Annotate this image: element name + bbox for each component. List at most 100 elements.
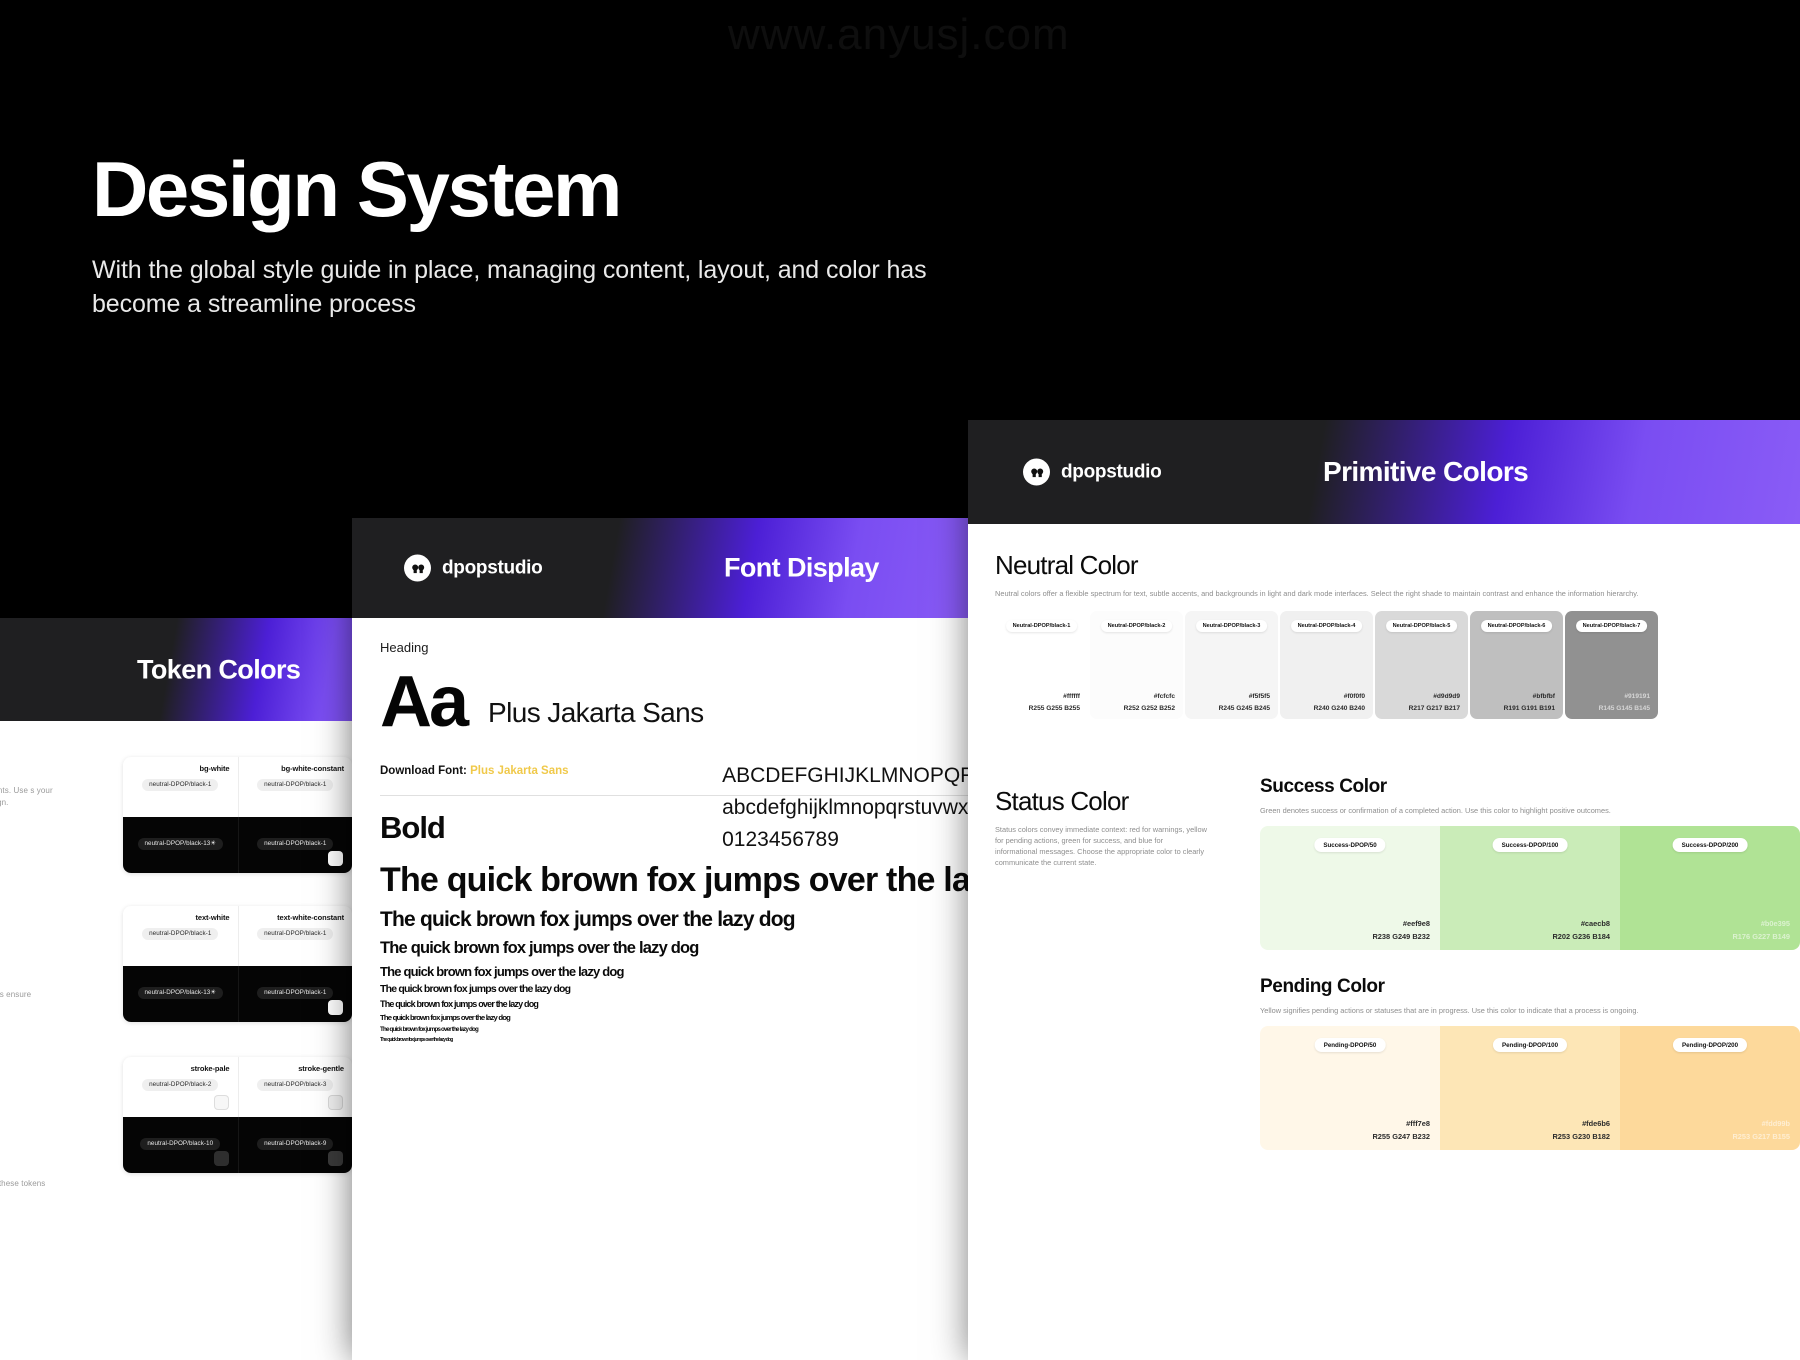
font-specimen-aa: Aa xyxy=(380,669,466,735)
font-display-title: Font Display xyxy=(724,553,879,584)
heading-label: Heading xyxy=(380,640,972,655)
font-sample-line: The quick brown fox jumps over the lazy … xyxy=(380,1037,972,1043)
font-sample-line: The quick brown fox jumps over the lazy … xyxy=(380,999,972,1009)
swatch-token-chip: Success-DPOP/200 xyxy=(1673,838,1748,852)
swatch-hex: #fcfcfc xyxy=(1154,693,1175,700)
page-title: Design System xyxy=(92,150,1072,228)
success-swatch-row: Success-DPOP/50#eef9e8R238 G249 B232Succ… xyxy=(1260,826,1800,950)
token-chip: neutral-DPOP/black-1 xyxy=(257,987,333,999)
pending-swatch-row: Pending-DPOP/50#fff7e8R255 G247 B232Pend… xyxy=(1260,1026,1800,1150)
token-cell[interactable]: neutral-DPOP/black-9 xyxy=(238,1117,353,1173)
token-cell[interactable]: neutral-DPOP/black-10 xyxy=(123,1117,238,1173)
token-card[interactable]: stroke-pale neutral-DPOP/black-2 stroke-ge… xyxy=(123,1057,352,1173)
token-cell[interactable]: neutral-DPOP/black-13☀ xyxy=(123,966,238,1022)
swatch-hex: #f0f0f0 xyxy=(1344,693,1365,700)
token-colors-panel: Token Colors ements. Use s your design. … xyxy=(0,618,404,1360)
swatch-hex: #b0e395 xyxy=(1761,919,1790,928)
token-chip: neutral-DPOP/black-1 xyxy=(142,779,218,791)
swatch-token-chip: Neutral-DPOP/black-4 xyxy=(1291,620,1363,632)
neutral-swatch-row: Neutral-DPOP/black-1#ffffffR255 G255 B25… xyxy=(995,611,1800,719)
swatch-token-chip: Pending-DPOP/200 xyxy=(1673,1038,1747,1052)
token-chip: neutral-DPOP/black-13☀ xyxy=(138,838,224,850)
token-chip: neutral-DPOP/black-1 xyxy=(257,838,333,850)
swatch-rgb: R202 G236 B184 xyxy=(1552,932,1610,941)
swatch-hex: #eef9e8 xyxy=(1403,919,1430,928)
swatch-hex: #f5f5f5 xyxy=(1249,693,1270,700)
brand-logo: dpopstudio xyxy=(404,555,542,582)
glyph-uppercase: ABCDEFGHIJKLMNOPQRSTUVWXYZ xyxy=(722,760,972,792)
token-card[interactable]: bg-white neutral-DPOP/black-1 bg-white-con… xyxy=(123,757,352,873)
glyph-lowercase: abcdefghijklmnopqrstuvwxyz xyxy=(722,792,972,824)
brand-logo: dpopstudio xyxy=(1023,459,1161,486)
token-swatch xyxy=(328,1151,343,1166)
token-chip: neutral-DPOP/black-2 xyxy=(142,1079,218,1091)
watermark-top: www.anyusj.com xyxy=(728,10,1070,60)
swatch-rgb: R191 G191 B191 xyxy=(1504,705,1555,712)
token-cell[interactable]: bg-white neutral-DPOP/black-1 xyxy=(123,757,238,817)
token-swatch xyxy=(214,1151,229,1166)
swatch-hex: #bfbfbf xyxy=(1533,693,1555,700)
swatch-rgb: R145 G145 B145 xyxy=(1599,705,1650,712)
screenshot-root: www.anyusj.com www.anyusj.com Design Sys… xyxy=(0,0,1800,1360)
status-swatch[interactable]: Pending-DPOP/100#fde6b6R253 G230 B182 xyxy=(1440,1026,1620,1150)
neutral-swatch[interactable]: Neutral-DPOP/black-4 #f0f0f0 R240 G240 B24… xyxy=(1280,611,1373,719)
token-name: bg-white xyxy=(131,764,230,773)
status-swatch[interactable]: Success-DPOP/50#eef9e8R238 G249 B232 xyxy=(1260,826,1440,950)
status-swatch[interactable]: Success-DPOP/100#caecb8R202 G236 B184 xyxy=(1440,826,1620,950)
font-sample-list: The quick brown fox jumps over the lazy … xyxy=(380,861,972,1044)
primitive-colors-title: Primitive Colors xyxy=(1323,456,1528,488)
token-cell[interactable]: stroke-gentleneutral-DPOP/black-3 xyxy=(238,1057,353,1117)
token-cell[interactable]: text-white-constantneutral-DPOP/black-1 xyxy=(238,906,353,966)
font-sample-line: The quick brown fox jumps over the lazy … xyxy=(380,908,972,932)
token-cell[interactable]: neutral-DPOP/black-1 xyxy=(238,817,353,873)
swatch-token-chip: Neutral-DPOP/black-7 xyxy=(1576,620,1648,632)
swatch-rgb: R240 G240 B240 xyxy=(1314,705,1365,712)
font-display-body: Heading Aa Plus Jakarta Sans ABCDEFGHIJK… xyxy=(352,618,972,1360)
neutral-color-description: Neutral colors offer a flexible spectrum… xyxy=(995,588,1785,599)
swatch-hex: #fff7e8 xyxy=(1406,1119,1430,1128)
swatch-token-chip: Success-DPOP/50 xyxy=(1314,838,1385,852)
status-swatch[interactable]: Pending-DPOP/200#fdd99bR253 G217 B155 xyxy=(1620,1026,1800,1150)
font-family-name: Plus Jakarta Sans xyxy=(488,697,703,729)
neutral-swatch[interactable]: Neutral-DPOP/black-3#f5f5f5R245 G245 B24… xyxy=(1185,611,1278,719)
page-subtitle: With the global style guide in place, ma… xyxy=(92,254,982,321)
token-cell[interactable]: stroke-pale neutral-DPOP/black-2 xyxy=(123,1057,238,1117)
token-chip: neutral-DPOP/black-9 xyxy=(257,1138,333,1150)
font-display-header: dpopstudio Font Display xyxy=(352,518,972,618)
token-chip: neutral-DPOP/black-10 xyxy=(140,1138,220,1150)
swatch-rgb: R176 G227 B149 xyxy=(1732,932,1790,941)
success-color-heading: Success Color xyxy=(1260,776,1800,798)
status-color-heading: Status Color xyxy=(995,786,1221,817)
token-cell[interactable]: bg-white-constantneutral-DPOP/black-1 xyxy=(238,757,353,817)
swatch-token-chip: Pending-DPOP/100 xyxy=(1493,1038,1567,1052)
swatch-rgb: R245 G245 B245 xyxy=(1219,705,1270,712)
glyph-numerals: 0123456789 xyxy=(722,824,972,856)
token-card-dark-row: neutral-DPOP/black-13☀ neutral-DPOP/black… xyxy=(123,817,352,873)
status-swatch[interactable]: Success-DPOP/200 #b0e395 R176 G227 B149 xyxy=(1620,826,1800,950)
token-swatch xyxy=(214,1095,229,1110)
neutral-swatch[interactable]: Neutral-DPOP/black-2#fcfcfcR252 G252 B25… xyxy=(1090,611,1183,719)
download-font-link[interactable]: Plus Jakarta Sans xyxy=(470,765,568,777)
swatch-rgb: R253 G217 B155 xyxy=(1732,1132,1790,1141)
token-swatch xyxy=(328,1000,343,1015)
token-chip: neutral-DPOP/black-13☀ xyxy=(138,987,224,999)
status-swatch[interactable]: Pending-DPOP/50#fff7e8R255 G247 B232 xyxy=(1260,1026,1440,1150)
token-cell[interactable]: neutral-DPOP/black-13☀ xyxy=(123,817,238,873)
brand-name: dpopstudio xyxy=(442,557,542,579)
neutral-swatch[interactable]: Neutral-DPOP/black-1#ffffffR255 G255 B25… xyxy=(995,611,1088,719)
status-groups: Success Color Green denotes success or c… xyxy=(1260,776,1800,1176)
font-sample-line: The quick brown fox jumps over the lazy … xyxy=(380,983,972,995)
pending-color-description: Yellow signifies pending actions or stat… xyxy=(1260,1005,1790,1016)
swatch-hex: #caecb8 xyxy=(1581,919,1610,928)
token-name: stroke-pale xyxy=(131,1064,230,1073)
token-card[interactable]: text-whiteneutral-DPOP/black-1text-white… xyxy=(123,906,352,1022)
token-cell[interactable]: neutral-DPOP/black-1 xyxy=(238,966,353,1022)
primitive-colors-body: Neutral Color Neutral colors offer a fle… xyxy=(968,524,1800,1360)
neutral-swatch[interactable]: Neutral-DPOP/black-6#bfbfbfR191 G191 B19… xyxy=(1470,611,1563,719)
token-colors-header: Token Colors xyxy=(0,618,404,721)
neutral-swatch[interactable]: Neutral-DPOP/black-7#919191R145 G145 B14… xyxy=(1565,611,1658,719)
token-card-light-row: bg-white neutral-DPOP/black-1 bg-white-con… xyxy=(123,757,352,817)
swatch-hex: #d9d9d9 xyxy=(1433,693,1460,700)
neutral-swatch[interactable]: Neutral-DPOP/black-5#d9d9d9R217 G217 B21… xyxy=(1375,611,1468,719)
token-cell[interactable]: text-whiteneutral-DPOP/black-1 xyxy=(123,906,238,966)
